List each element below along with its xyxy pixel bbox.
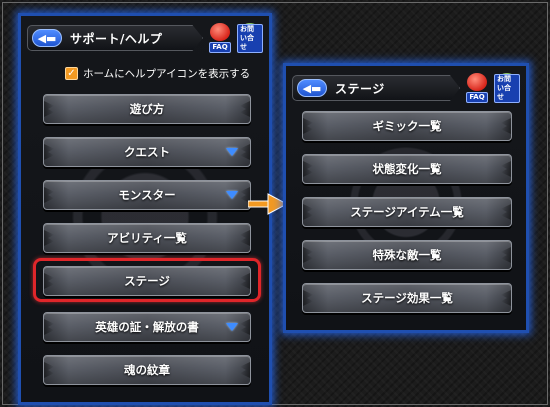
chevron-down-icon <box>226 191 238 199</box>
menu-label: 魂の紋章 <box>124 363 170 377</box>
back-button[interactable]: ◀▬ <box>32 29 62 47</box>
menu-label: モンスター <box>118 188 176 202</box>
menu-quest[interactable]: クエスト <box>43 137 251 167</box>
back-arrow-icon: ◀▬ <box>37 31 57 45</box>
back-arrow-icon: ◀▬ <box>302 81 322 95</box>
panel-header: ◀▬ サポート/ヘルプ FAQ お問い合せ <box>27 20 263 56</box>
chevron-down-icon <box>226 148 238 156</box>
menu-soul-emblem[interactable]: 魂の紋章 <box>43 355 251 385</box>
menu-hero-proof[interactable]: 英雄の証・解放の書 <box>43 312 251 342</box>
panel-header: ◀▬ ステージ FAQ お問い合せ <box>292 70 520 106</box>
menu-gimmick-list[interactable]: ギミック一覧 <box>302 111 512 141</box>
menu-stage-item-list[interactable]: ステージアイテム一覧 <box>302 197 512 227</box>
menu-stage[interactable]: ステージ <box>43 266 251 296</box>
right-arrow-icon <box>248 193 288 215</box>
faq-character-icon <box>467 73 487 91</box>
faq-button[interactable]: FAQ <box>464 73 490 103</box>
menu-monster[interactable]: モンスター <box>43 180 251 210</box>
menu-label: 遊び方 <box>129 102 165 116</box>
menu-special-enemy-list[interactable]: 特殊な敵一覧 <box>302 240 512 270</box>
title-plate: ◀▬ ステージ <box>292 75 460 101</box>
menu-label: 特殊な敵一覧 <box>372 248 442 262</box>
title-plate: ◀▬ サポート/ヘルプ <box>27 25 203 51</box>
show-help-icon-option[interactable]: ✓ ホームにヘルプアイコンを表示する <box>65 66 250 81</box>
menu-label: 状態変化一覧 <box>372 162 442 176</box>
faq-character-icon <box>210 23 230 41</box>
checkbox-label: ホームにヘルプアイコンを表示する <box>83 68 251 80</box>
menu-how-to-play[interactable]: 遊び方 <box>43 94 251 124</box>
menu-label: アビリティ一覧 <box>107 231 187 245</box>
contact-button[interactable]: お問い合せ <box>494 73 520 103</box>
contact-label: お問い合せ <box>237 24 263 53</box>
chevron-down-icon <box>226 323 238 331</box>
contact-label: お問い合せ <box>494 74 520 103</box>
menu-status-change-list[interactable]: 状態変化一覧 <box>302 154 512 184</box>
faq-label: FAQ <box>466 92 488 103</box>
menu-stage-effect-list[interactable]: ステージ効果一覧 <box>302 283 512 313</box>
menu-label: ステージ効果一覧 <box>361 291 453 305</box>
support-help-panel: ◀▬ サポート/ヘルプ FAQ お問い合せ ✓ ホームにヘルプアイコンを表示する… <box>18 13 272 405</box>
contact-button[interactable]: お問い合せ <box>237 23 263 53</box>
menu-ability-list[interactable]: アビリティ一覧 <box>43 223 251 253</box>
page-title: ステージ <box>335 81 385 96</box>
faq-button[interactable]: FAQ <box>207 23 233 53</box>
menu-label: ギミック一覧 <box>372 119 442 133</box>
stage-panel: ◀▬ ステージ FAQ お問い合せ ギミック一覧 状態変化一覧 ステージアイテム… <box>283 63 529 333</box>
faq-label: FAQ <box>209 42 231 53</box>
menu-label: クエスト <box>124 145 170 159</box>
menu-label: 英雄の証・解放の書 <box>95 320 199 334</box>
menu-label: ステージアイテム一覧 <box>350 205 464 219</box>
back-button[interactable]: ◀▬ <box>297 79 327 97</box>
checkbox-checked-icon[interactable]: ✓ <box>65 67 78 80</box>
page-title: サポート/ヘルプ <box>70 31 163 46</box>
menu-label: ステージ <box>124 274 170 288</box>
